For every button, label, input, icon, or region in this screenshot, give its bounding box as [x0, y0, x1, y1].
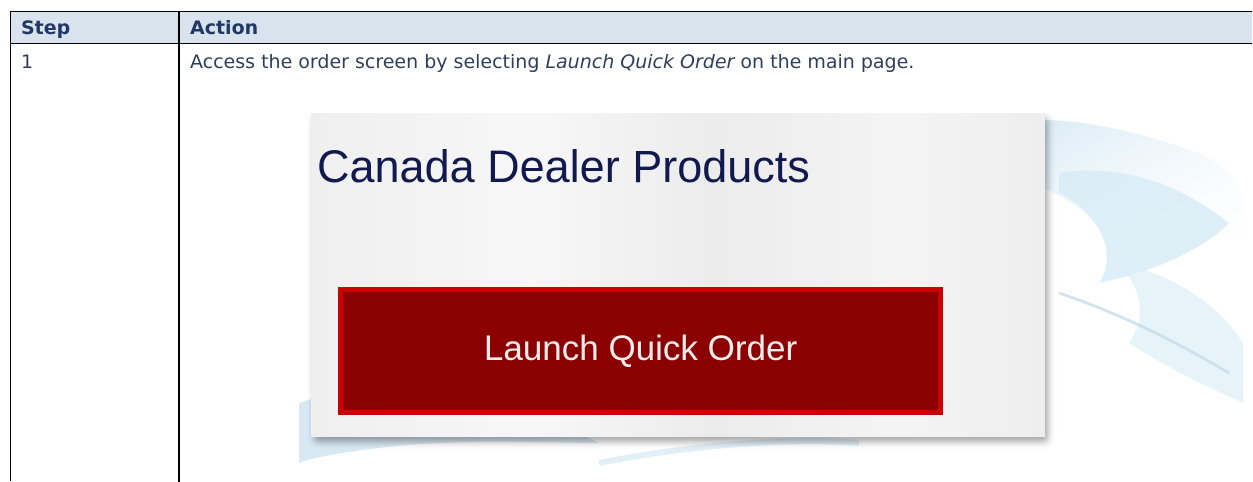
- launch-button-label: Launch Quick Order: [483, 329, 798, 368]
- embedded-screenshot: Canada Dealer Products Launch Quick Orde…: [299, 113, 1243, 470]
- instruction-text-end: on the main page.: [734, 51, 915, 73]
- portal-title: Canada Dealer Products: [317, 141, 810, 192]
- table-header-row: Step Action: [11, 12, 1252, 44]
- launch-quick-order-button[interactable]: Launch Quick Order: [338, 287, 943, 415]
- step-number: 1: [21, 51, 34, 73]
- instruction-text-start: Access the order screen by selecting: [190, 51, 546, 73]
- step-instruction: Access the order screen by selecting Lau…: [190, 44, 914, 84]
- column-divider: [178, 12, 180, 482]
- header-action: Action: [190, 17, 259, 39]
- dealer-portal-panel: Canada Dealer Products Launch Quick Orde…: [311, 113, 1045, 437]
- header-step: Step: [21, 17, 71, 39]
- instruction-emphasis: Launch Quick Order: [545, 51, 735, 73]
